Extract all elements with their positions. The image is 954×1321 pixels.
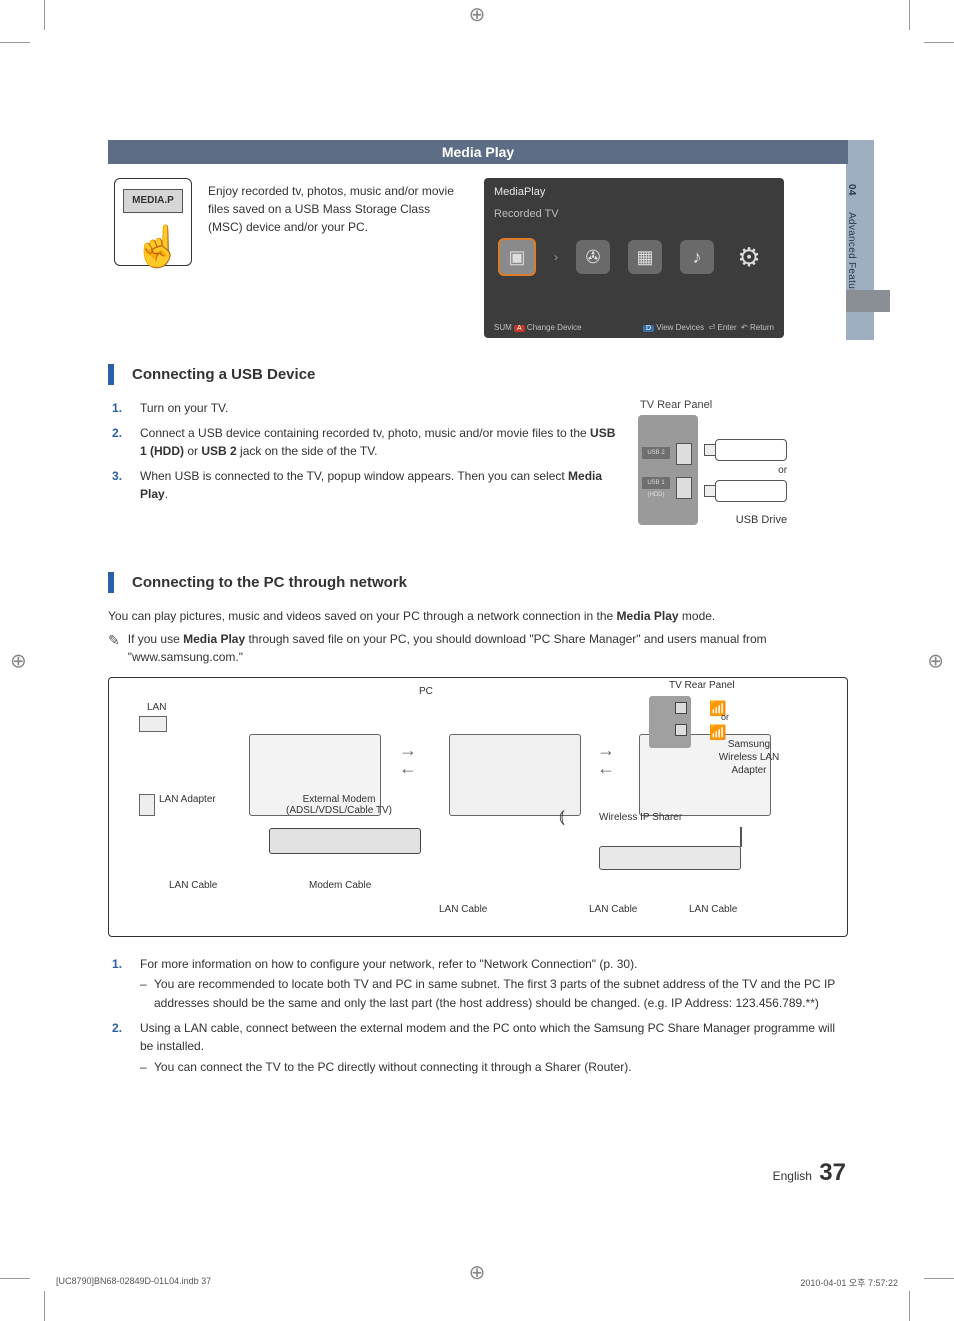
lan-cable-label: LAN Cable	[589, 904, 637, 915]
lan-cable-label: LAN Cable	[169, 880, 217, 891]
print-timestamp: 2010-04-01 오후 7:57:22	[800, 1276, 898, 1289]
tv-rear-label: TV Rear Panel	[640, 399, 848, 411]
pc-label: PC	[419, 686, 433, 697]
step-item: Using a LAN cable, connect between the e…	[130, 1019, 848, 1077]
usb-port-icon	[676, 443, 692, 465]
recorded-tv-icon: ▣	[498, 238, 536, 276]
step-item: Turn on your TV.	[130, 399, 618, 418]
note-text: If you use Media Play through saved file…	[128, 630, 848, 667]
return-label: Return	[750, 323, 774, 332]
settings-gear-icon: ⚙	[732, 240, 766, 274]
arrow-left-icon: ←	[399, 758, 417, 779]
lan-adapter-icon	[139, 794, 155, 816]
remote-diagram: MEDIA.P ☝	[114, 178, 192, 266]
network-intro-text: You can play pictures, music and videos …	[108, 607, 848, 626]
wireless-sharer-label: Wireless IP Sharer	[599, 812, 682, 823]
tv-usb-panel: USB 2 USB 1 (HDD)	[638, 415, 698, 525]
mp-title: MediaPlay	[484, 178, 784, 200]
lan-jack-icon	[139, 716, 167, 732]
modem-icon	[269, 828, 421, 854]
print-production-footer: [UC8790]BN68-02849D-01L04.indb 37 2010-0…	[56, 1276, 898, 1289]
usb2-port-label: USB 2	[642, 447, 670, 459]
step-item: For more information on how to configure…	[130, 955, 848, 1013]
tv-panel-icon	[649, 696, 691, 748]
page-section-header: Media Play	[108, 140, 848, 164]
lan-adapter-label: LAN Adapter	[159, 794, 216, 805]
hand-pointer-icon: ☝	[133, 227, 183, 267]
usb-diagram: TV Rear Panel USB 2 USB 1 (HDD) or USB D…	[638, 399, 848, 526]
intro-text: Enjoy recorded tv, photos, music and/or …	[208, 178, 468, 338]
network-diagram: PC TV Rear Panel LAN → ← → ← 📶	[108, 677, 848, 937]
network-steps-list: For more information on how to configure…	[108, 955, 848, 1077]
subheading-usb: Connecting a USB Device	[108, 364, 848, 385]
wifi-signal-icon: ⦅	[559, 806, 565, 827]
print-file-name: [UC8790]BN68-02849D-01L04.indb 37	[56, 1276, 211, 1289]
or-label: or	[721, 712, 729, 722]
usb-drive-label: USB Drive	[715, 514, 787, 526]
lan-cable-label: LAN Cable	[689, 904, 737, 915]
footer-lang: English	[773, 1169, 812, 1183]
usb-drive-icon	[715, 480, 787, 502]
music-icon: ♪	[680, 240, 714, 274]
mediaplay-screenshot: MediaPlay Recorded TV ▣ › ✇ ▦ ♪ ⚙ SUM A …	[484, 178, 784, 338]
lan-cable-label: LAN Cable	[439, 904, 487, 915]
sub-bullet: You are recommended to locate both TV an…	[140, 975, 848, 1012]
external-modem-label: External Modem (ADSL/VDSL/Cable TV)	[269, 794, 409, 816]
registration-mark-icon: ⊕	[469, 2, 486, 27]
video-reel-icon: ✇	[576, 240, 610, 274]
usb1-port-label: USB 1 (HDD)	[642, 477, 670, 489]
registration-mark-icon: ⊕	[10, 648, 27, 673]
enter-label: Enter	[717, 323, 736, 332]
step-item: Connect a USB device containing recorded…	[130, 424, 618, 461]
sub-bullet: You can connect the TV to the PC directl…	[140, 1058, 848, 1077]
arrow-left-icon: ←	[597, 758, 615, 779]
or-label: or	[715, 465, 787, 476]
a-button-icon: A	[514, 325, 525, 332]
footer-page-number: 37	[819, 1159, 846, 1186]
d-button-icon: D	[643, 325, 654, 332]
router-icon	[599, 846, 741, 870]
sum-label: SUM	[494, 323, 512, 332]
tv-rear-label: TV Rear Panel	[669, 680, 735, 691]
modem-cable-label: Modem Cable	[309, 880, 371, 891]
subheading-network: Connecting to the PC through network	[108, 572, 848, 593]
samsung-wireless-label: Samsung Wireless LAN Adapter	[709, 738, 789, 777]
mp-subtitle: Recorded TV	[484, 200, 784, 220]
registration-mark-icon: ⊕	[927, 648, 944, 673]
usb-port-icon	[676, 477, 692, 499]
laptop-icon	[449, 734, 581, 816]
photo-icon: ▦	[628, 240, 662, 274]
remote-mediap-button: MEDIA.P	[123, 189, 183, 213]
lan-label: LAN	[147, 702, 166, 713]
view-devices-label: View Devices	[656, 323, 704, 332]
note-icon: ✎	[108, 630, 120, 667]
side-tab-marker	[846, 290, 890, 312]
page-number-footer: English 37	[773, 1159, 846, 1187]
change-device-label: Change Device	[527, 323, 582, 332]
step-item: When USB is connected to the TV, popup w…	[130, 467, 618, 504]
usb-drive-icon	[715, 439, 787, 461]
usb-steps-list: Turn on your TV. Connect a USB device co…	[108, 399, 618, 504]
